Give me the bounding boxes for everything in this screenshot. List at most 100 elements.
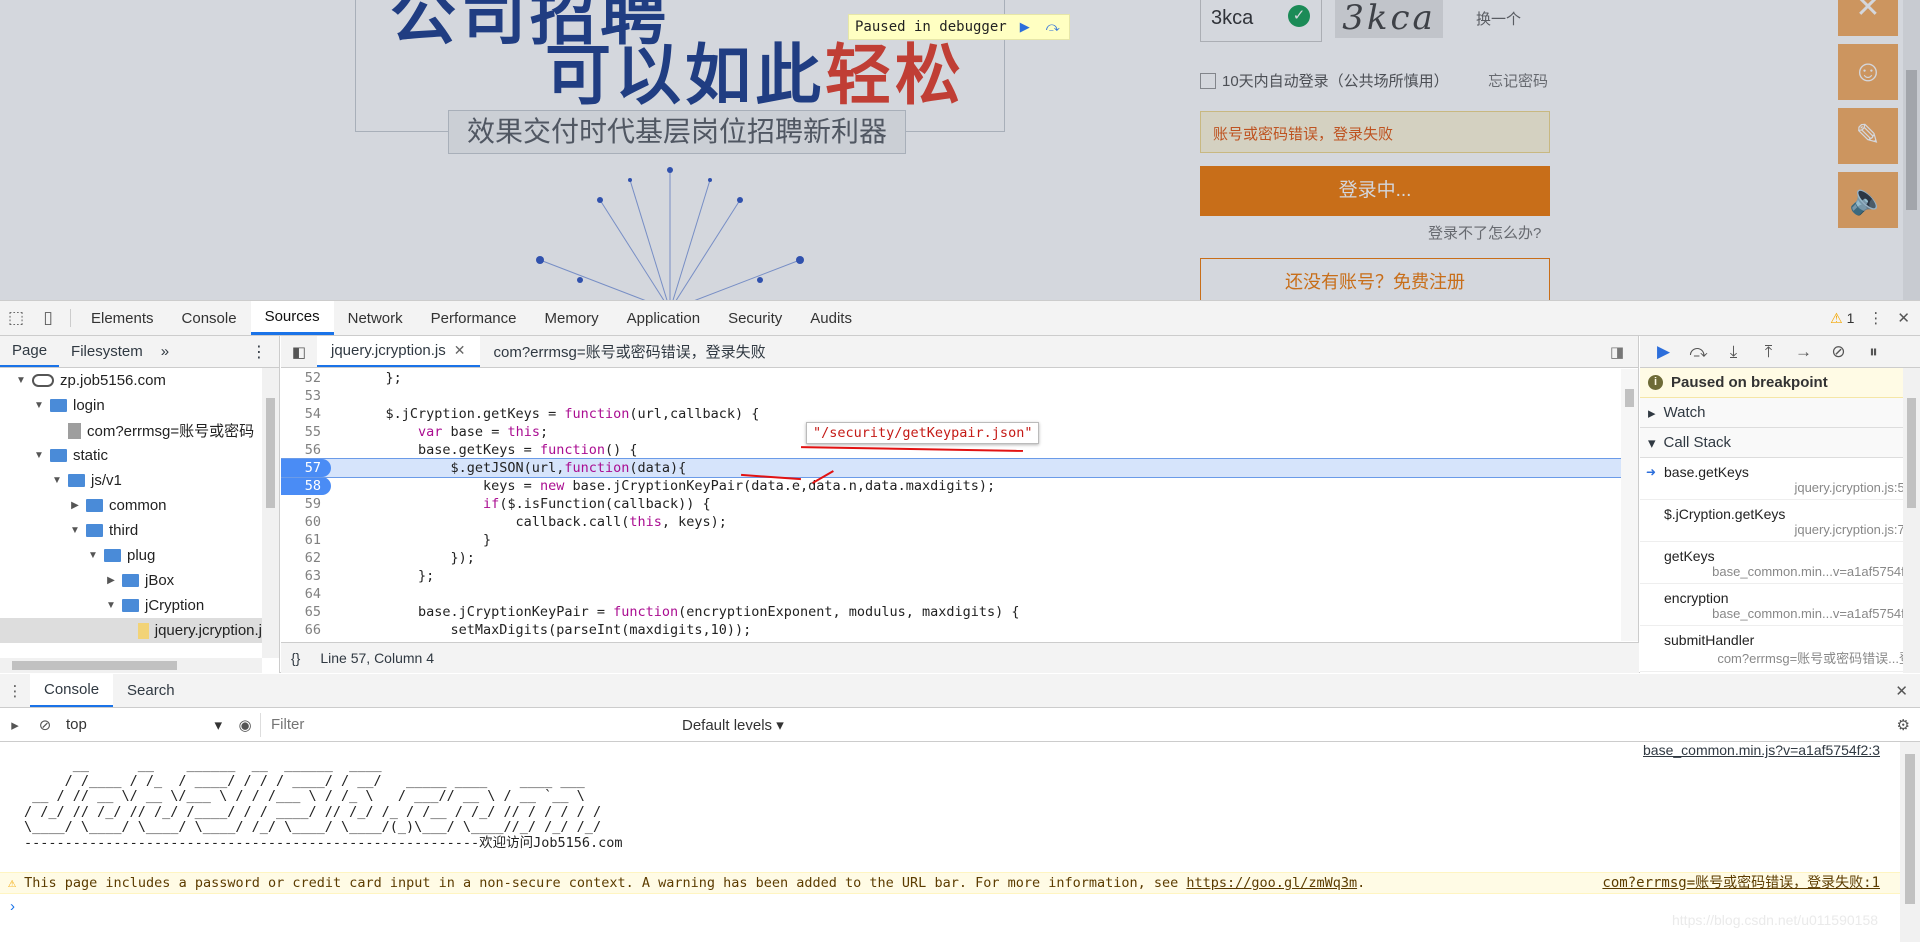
- mute-icon[interactable]: 🔈: [1838, 172, 1898, 228]
- kebab-menu-icon[interactable]: ⋮: [1868, 309, 1883, 327]
- expanded-triangle-icon[interactable]: ▼: [50, 475, 64, 486]
- console-prompt[interactable]: ›: [10, 898, 15, 915]
- tab-network[interactable]: Network: [334, 301, 417, 335]
- code-line[interactable]: 53: [281, 387, 1621, 405]
- code-line[interactable]: 61 }: [281, 531, 1621, 549]
- console-settings-icon[interactable]: ⚙: [1897, 716, 1910, 734]
- watch-section[interactable]: ▸ Watch: [1640, 398, 1920, 428]
- code-line[interactable]: 65 base.jCryptionKeyPair = function(encr…: [281, 603, 1621, 621]
- step-out-icon[interactable]: ⤒: [1751, 342, 1786, 362]
- tree-item[interactable]: ▼ static: [0, 443, 262, 468]
- tab-console[interactable]: Console: [168, 301, 251, 335]
- code-line[interactable]: 54 $.jCryption.getKeys = function(url,ca…: [281, 405, 1621, 423]
- tree-item[interactable]: ▼ zp.job5156.com: [0, 368, 262, 393]
- step-over-icon[interactable]: ⤼: [1043, 17, 1063, 37]
- live-expression-icon[interactable]: ◉: [230, 716, 260, 734]
- tab-memory[interactable]: Memory: [531, 301, 613, 335]
- context-selector[interactable]: top ▾: [60, 716, 230, 734]
- step-over-icon[interactable]: ⤼: [1681, 342, 1716, 362]
- code-line[interactable]: 63 };: [281, 567, 1621, 585]
- line-number[interactable]: 59: [281, 495, 331, 513]
- line-number[interactable]: 61: [281, 531, 331, 549]
- drawer-tab-console[interactable]: Console: [30, 674, 114, 707]
- support-agent-icon[interactable]: ☺: [1838, 44, 1898, 100]
- tab-sources[interactable]: Sources: [250, 301, 334, 335]
- console-scrollbar[interactable]: [1900, 742, 1920, 942]
- tab-application[interactable]: Application: [613, 301, 714, 335]
- console-sidebar-icon[interactable]: ▸: [0, 716, 30, 734]
- pretty-print-icon[interactable]: {}: [291, 650, 300, 666]
- tab-page[interactable]: Page: [0, 336, 60, 367]
- deactivate-breakpoints-icon[interactable]: ⊘: [1821, 342, 1856, 362]
- console-filter-input[interactable]: [260, 712, 670, 737]
- tree-item[interactable]: com?errmsg=账号或密码: [0, 418, 262, 443]
- line-number[interactable]: 63: [281, 567, 331, 585]
- tree-item[interactable]: ▼ jCryption: [0, 593, 262, 618]
- code-line[interactable]: 58 keys = new base.jCryptionKeyPair(data…: [281, 477, 1621, 495]
- navigator-scrollbar[interactable]: [262, 368, 279, 658]
- editor-scrollbar[interactable]: [1621, 369, 1638, 641]
- warning-source-link[interactable]: com?errmsg=账号或密码错误，登录失败:1: [1602, 873, 1880, 894]
- line-number[interactable]: 60: [281, 513, 331, 531]
- close-tab-icon[interactable]: ✕: [454, 342, 466, 359]
- code-line[interactable]: 62 });: [281, 549, 1621, 567]
- close-devtools-icon[interactable]: ✕: [1897, 309, 1910, 327]
- tree-item[interactable]: ▼ third: [0, 518, 262, 543]
- page-scrollbar[interactable]: [1903, 0, 1920, 300]
- expanded-triangle-icon[interactable]: ▼: [68, 525, 82, 536]
- tree-item[interactable]: jquery.jcryption.j: [0, 618, 262, 643]
- tab-performance[interactable]: Performance: [417, 301, 531, 335]
- pause-on-exceptions-icon[interactable]: ⏸: [1856, 342, 1891, 362]
- code-line[interactable]: 57 $.getJSON(url,function(data){: [281, 458, 1621, 478]
- cant-login-link[interactable]: 登录不了怎么办?: [1428, 222, 1541, 243]
- editor-scroll-thumb[interactable]: [1625, 389, 1634, 407]
- remember-checkbox[interactable]: [1200, 73, 1216, 89]
- log-levels-dropdown[interactable]: Default levels ▾: [670, 716, 784, 734]
- editor-tab-jcryption[interactable]: jquery.jcryption.js ✕: [317, 336, 480, 367]
- line-number[interactable]: 66: [281, 621, 331, 639]
- tree-item[interactable]: ▶ common: [0, 493, 262, 518]
- expanded-triangle-icon[interactable]: ▼: [32, 450, 46, 461]
- drawer-menu-icon[interactable]: ⋮: [0, 682, 30, 700]
- toggle-debugger-icon[interactable]: ◨: [1610, 343, 1624, 361]
- remember-me[interactable]: 10天内自动登录（公共场所慎用）: [1200, 70, 1449, 91]
- captcha-image[interactable]: 3kca: [1335, 0, 1443, 38]
- code-line[interactable]: 66 setMaxDigits(parseInt(maxdigits,10));: [281, 621, 1621, 639]
- tab-security[interactable]: Security: [714, 301, 796, 335]
- tab-audits[interactable]: Audits: [796, 301, 866, 335]
- code-line[interactable]: 52 };: [281, 369, 1621, 387]
- login-button[interactable]: 登录中...: [1200, 166, 1550, 216]
- collapsed-triangle-icon[interactable]: ▶: [68, 500, 82, 511]
- expanded-triangle-icon[interactable]: ▼: [32, 400, 46, 411]
- navigator-hscrollbar[interactable]: [0, 658, 262, 673]
- breakpoint-gutter[interactable]: 58: [281, 477, 331, 495]
- line-number[interactable]: 55: [281, 423, 331, 441]
- navigator-scroll-thumb[interactable]: [266, 398, 275, 508]
- editor-tab-login[interactable]: com?errmsg=账号或密码错误，登录失败: [480, 336, 780, 367]
- tree-item[interactable]: ▼ login: [0, 393, 262, 418]
- tree-item[interactable]: ▼ js/v1: [0, 468, 262, 493]
- warning-link[interactable]: https://goo.gl/zmWq3m: [1186, 875, 1357, 891]
- tab-elements[interactable]: Elements: [77, 301, 168, 335]
- tree-item[interactable]: ▼ plug: [0, 543, 262, 568]
- forgot-password-link[interactable]: 忘记密码: [1488, 70, 1548, 91]
- device-toolbar-icon[interactable]: ▯: [32, 301, 64, 335]
- console-source-link[interactable]: base_common.min.js?v=a1af5754f2:3: [1643, 742, 1880, 758]
- navigator-hscroll-thumb[interactable]: [12, 661, 177, 670]
- clear-console-icon[interactable]: ⊘: [30, 716, 60, 734]
- page-scroll-thumb[interactable]: [1906, 70, 1917, 210]
- line-number[interactable]: 64: [281, 585, 331, 603]
- line-number[interactable]: 52: [281, 369, 331, 387]
- call-frame[interactable]: getKeys base_common.min...v=a1af5754f2: [1640, 542, 1920, 584]
- step-into-icon[interactable]: ⤓: [1716, 342, 1751, 362]
- tab-filesystem[interactable]: Filesystem: [59, 336, 155, 367]
- expanded-triangle-icon[interactable]: ▼: [104, 600, 118, 611]
- line-number[interactable]: 54: [281, 405, 331, 423]
- breakpoint-gutter[interactable]: 57: [281, 459, 331, 477]
- expanded-triangle-icon[interactable]: ▼: [14, 375, 28, 386]
- code-line[interactable]: 60 callback.call(this, keys);: [281, 513, 1621, 531]
- call-frame[interactable]: submitHandler com?errmsg=账号或密码错误...登: [1640, 626, 1920, 672]
- call-frame[interactable]: $.jCryption.getKeys jquery.jcryption.js:7…: [1640, 500, 1920, 542]
- debugger-scrollbar[interactable]: [1903, 368, 1920, 673]
- code-area[interactable]: 52 }; 53 54 $.jCryption.getKeys = function…: [281, 369, 1621, 641]
